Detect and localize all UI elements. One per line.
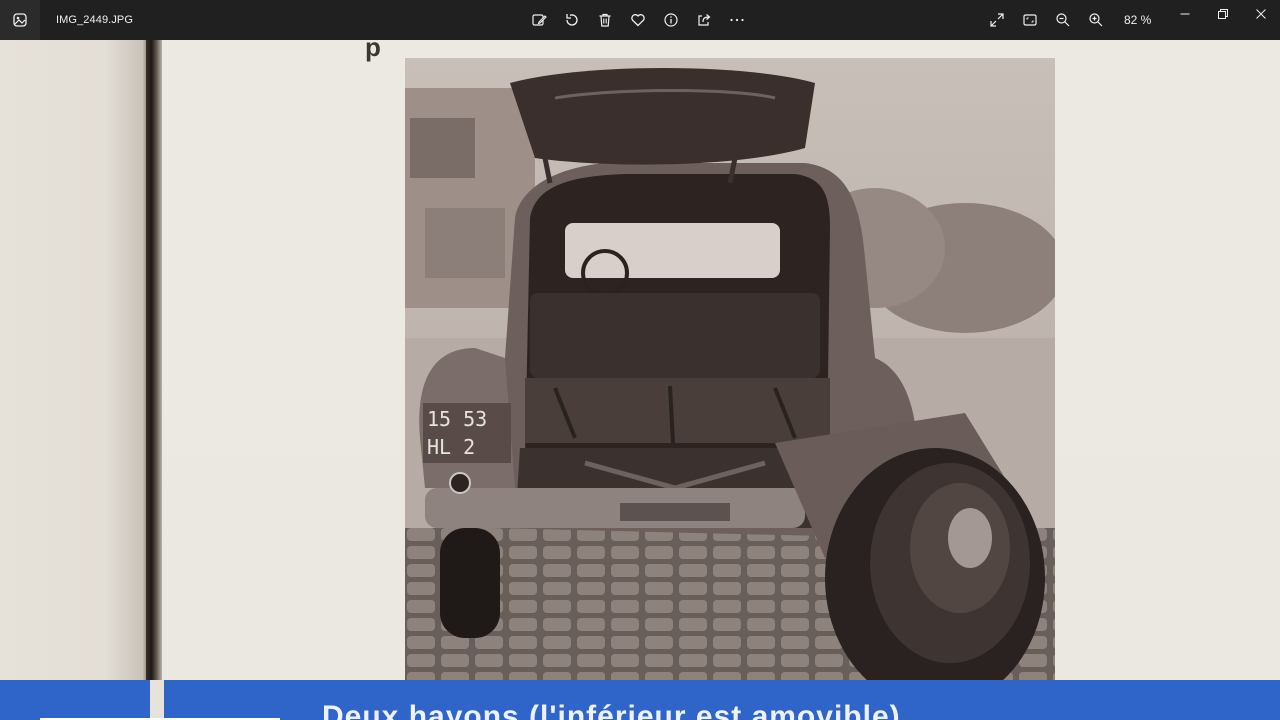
photos-app-icon [13,13,27,27]
photo-caption: Deux hayons (l'inférieur est amovible) [322,700,901,720]
expand-icon [989,13,1004,27]
info-button[interactable] [654,0,687,40]
file-name: IMG_2449.JPG [56,14,134,26]
book-page-left [0,40,150,720]
close-button[interactable] [1242,0,1280,28]
zoom-out-button[interactable] [1046,0,1079,40]
zoom-out-icon [1055,13,1069,27]
window-controls [1166,0,1280,40]
trash-icon [599,13,610,27]
page-text-fragment: p [365,40,381,62]
plate-line-2: HL 2 [427,435,475,459]
edit-image-icon [531,14,547,26]
zoom-in-button[interactable] [1079,0,1112,40]
fullscreen-button[interactable] [980,0,1013,40]
share-icon [697,14,710,26]
printed-car-photo: 15 53 HL 2 [405,58,1055,680]
view-controls: 82 % [980,0,1168,40]
share-button[interactable] [687,0,720,40]
edit-image-button[interactable] [522,0,555,40]
zoom-in-icon [1088,13,1102,27]
photo-viewport[interactable]: p 15 53 HL 2 Deux hayons (l'inférieur es… [0,40,1280,720]
more-dots-icon [729,18,744,22]
title-bar: IMG_2449.JPG 82 % [0,0,1280,40]
app-icon [0,0,40,40]
info-icon [663,13,678,27]
close-icon [1256,9,1266,19]
restore-icon [1218,9,1228,19]
minimize-button[interactable] [1166,0,1204,28]
favorite-button[interactable] [621,0,654,40]
minimize-icon [1180,13,1190,15]
car-rear-illustration: 15 53 HL 2 [405,58,1055,680]
caption-band-gap [150,680,164,720]
toolbar [522,0,753,40]
more-button[interactable] [720,0,753,40]
fit-window-icon [1022,14,1037,26]
rotate-icon [565,14,578,26]
restore-button[interactable] [1204,0,1242,28]
delete-button[interactable] [588,0,621,40]
fit-to-window-button[interactable] [1013,0,1046,40]
rotate-button[interactable] [555,0,588,40]
heart-icon [630,14,645,27]
zoom-level-indicator[interactable]: 82 % [1124,13,1160,27]
plate-line-1: 15 53 [427,407,487,431]
